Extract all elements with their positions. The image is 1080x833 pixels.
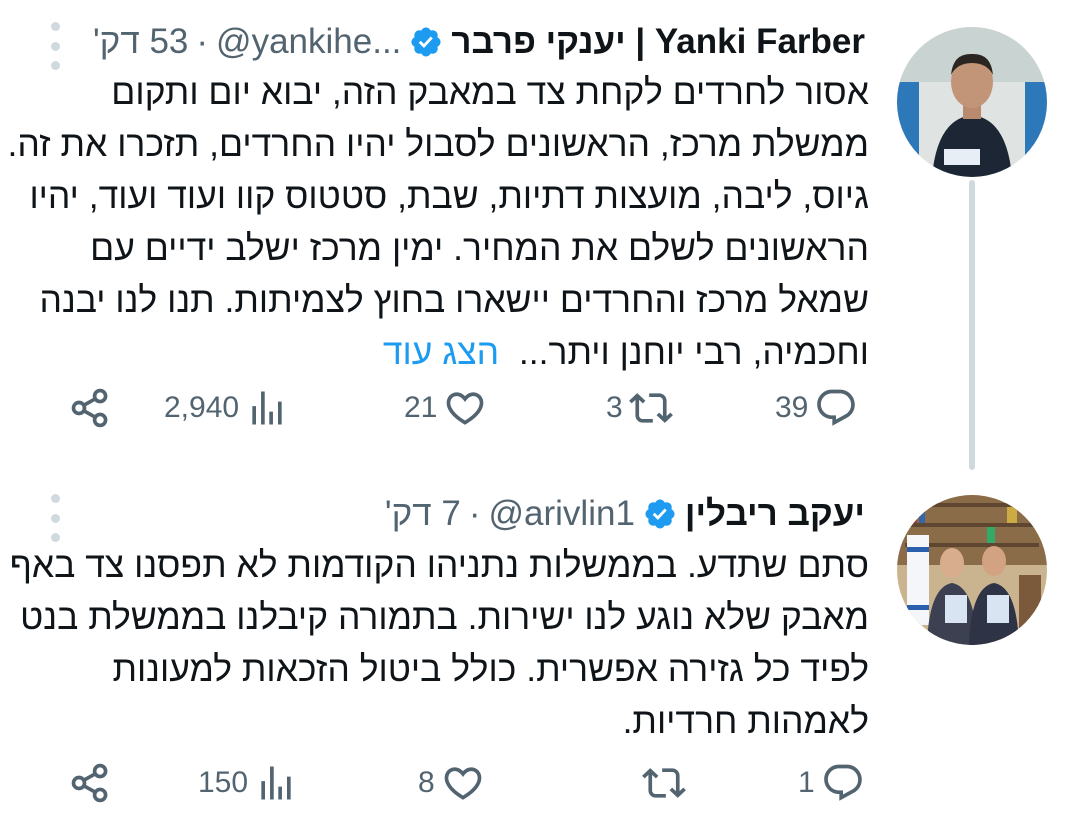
tweet-text-line: ממשלת מרכז, הראשונים לסבול יהיו החרדים, … (7, 124, 869, 164)
show-more-link[interactable]: הצג עוד (383, 332, 499, 372)
views-count: 150 (198, 766, 249, 799)
tweet-text: סתם שתדע. בממשלות נתניהו הקודמות לא תפסנ… (9, 539, 869, 747)
separator-dot: · (196, 22, 209, 61)
author-handle[interactable]: @arivlin1 (489, 494, 635, 534)
tweet[interactable]: יענקי פרבר | Yanki Farber @yankihe... · … (0, 0, 1080, 470)
author-name[interactable]: יענקי פרבר | Yanki Farber (451, 22, 865, 62)
tweet-text-line: וחכמיה, רבי יוחנן ויתר... (518, 332, 869, 372)
tweet-text-line: אסור לחרדים לקחת צד במאבק הזה, יבוא יום … (111, 72, 869, 112)
reply-count: 39 (775, 391, 809, 424)
action-bar: 39 3 21 2,940 (0, 382, 1080, 434)
separator-dot: · (468, 494, 481, 533)
like-count: 21 (404, 391, 438, 424)
share-icon (71, 388, 108, 428)
retweet-icon (642, 768, 686, 798)
tweet-text-line: סתם שתדע. בממשלות נתניהו הקודמות לא תפסנ… (9, 545, 869, 585)
reply-bubble-icon (817, 389, 856, 426)
more-vertical-icon[interactable] (47, 22, 63, 70)
views-button[interactable]: 150 (198, 757, 298, 809)
verified-badge-icon (409, 25, 443, 59)
tweet-text-line: לפיד כל גזירה אפשרית. כולל ביטול הזכאות … (112, 649, 869, 689)
action-bar: 1 8 150 (0, 757, 1080, 809)
reply-bubble-icon (823, 764, 862, 801)
tweet-text-line: הראשונים לשלם את המחיר. ימין מרכז ישלב י… (90, 228, 869, 268)
share-icon (71, 763, 108, 803)
like-button[interactable]: 8 (418, 757, 485, 809)
reply-button[interactable]: 39 (775, 382, 858, 434)
tweet-header: יעקב ריבלין @arivlin1 · 7 דק' (385, 490, 865, 538)
tweet-text-line: מאבק שלא נוגע לנו ישירות. בתמורה קיבלנו … (20, 597, 869, 637)
like-button[interactable]: 21 (404, 382, 487, 434)
views-count: 2,940 (164, 391, 240, 424)
share-button[interactable] (68, 382, 112, 434)
views-button[interactable]: 2,940 (164, 382, 289, 434)
reply-count: 1 (798, 766, 815, 799)
timestamp[interactable]: 7 דק' (385, 494, 461, 534)
analytics-bars-icon (261, 766, 291, 800)
author-name[interactable]: יעקב ריבלין (685, 494, 865, 534)
more-vertical-icon[interactable] (47, 494, 63, 542)
verified-badge-icon (643, 497, 677, 531)
timestamp[interactable]: 53 דק' (93, 22, 188, 62)
retweet-button[interactable] (636, 757, 686, 809)
analytics-bars-icon (252, 391, 282, 425)
retweet-button[interactable]: 3 (606, 382, 673, 434)
avatar[interactable] (897, 495, 1047, 645)
heart-icon (444, 767, 482, 800)
reply-button[interactable]: 1 (798, 757, 865, 809)
like-count: 8 (418, 766, 435, 799)
avatar[interactable] (897, 27, 1047, 177)
tweet[interactable]: יעקב ריבלין @arivlin1 · 7 דק' סתם שתדע. … (0, 470, 1080, 833)
tweet-text: אסור לחרדים לקחת צד במאבק הזה, יבוא יום … (7, 66, 869, 378)
heart-icon (447, 392, 484, 425)
tweet-header: יענקי פרבר | Yanki Farber @yankihe... · … (93, 18, 865, 66)
share-button[interactable] (68, 757, 112, 809)
retweet-count: 3 (606, 391, 623, 424)
tweet-text-line: לאמהות חרדיות. (622, 701, 869, 741)
tweet-text-line: גיוס, ליבה, מועצות דתיות, שבת, סטטוס קוו… (29, 176, 869, 216)
retweet-icon (628, 393, 673, 423)
tweet-text-line: שמאל מרכז והחרדים יישארו בחוץ לצמיתות. ת… (39, 280, 869, 320)
author-handle[interactable]: @yankihe... (216, 22, 401, 62)
